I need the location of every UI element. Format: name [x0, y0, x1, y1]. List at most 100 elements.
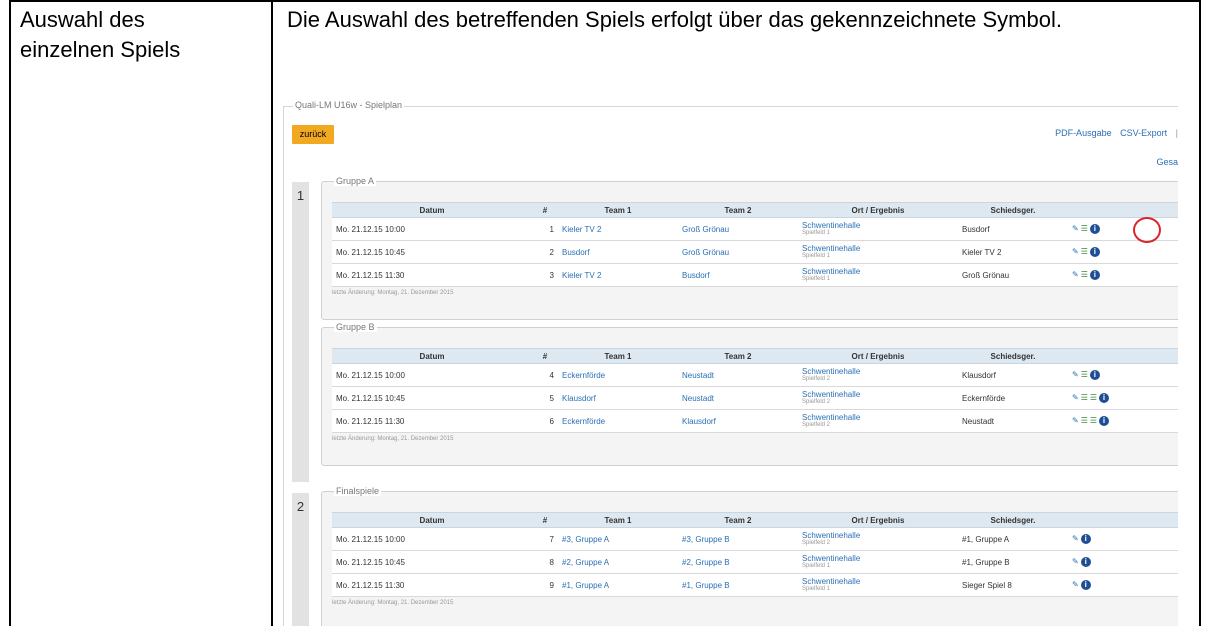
table-row[interactable]: Mo. 21.12.15 11:30 6 Eckernförde Klausdorf S…	[332, 409, 1178, 433]
venue-link[interactable]: Schwentinehalle	[802, 554, 954, 563]
game-number-text: 2	[549, 247, 554, 257]
list-icon[interactable]: ☰	[1081, 416, 1088, 425]
edit-icon[interactable]: ✎	[1072, 370, 1079, 379]
team1-link: #2, Gruppe A	[558, 550, 678, 574]
step-label-line-1: Auswahl des	[20, 7, 145, 32]
team1-link-text[interactable]: #2, Gruppe A	[562, 558, 609, 567]
schedule-screenshot: Quali-LM U16w - Spielplan zurück PDF-Aus…	[283, 100, 1178, 626]
team1-link-text[interactable]: Klausdorf	[562, 394, 596, 403]
court-label: Spielfeld 1	[802, 586, 831, 592]
game-number: 3	[532, 263, 558, 287]
game-number: 7	[532, 527, 558, 551]
edit-icon[interactable]: ✎	[1072, 247, 1079, 256]
edit-icon[interactable]: ✎	[1072, 224, 1079, 233]
table-row[interactable]: Mo. 21.12.15 11:30 9 #1, Gruppe A #1, Grupp…	[332, 573, 1178, 597]
action-icons: ✎ ☰ i	[1068, 263, 1178, 287]
team2-link-text[interactable]: #3, Gruppe B	[682, 535, 730, 544]
list-icon[interactable]: ☰	[1090, 416, 1097, 425]
list-icon[interactable]: ☰	[1081, 224, 1088, 233]
venue-link[interactable]: Schwentinehalle	[802, 531, 954, 540]
team1-link: #3, Gruppe A	[558, 527, 678, 551]
list-icon[interactable]: ☰	[1081, 393, 1088, 402]
table-header-row: Datum # Team 1 Team 2 Ort / Ergebnis Schiedsg…	[332, 348, 1178, 364]
info-icon[interactable]: i	[1080, 534, 1091, 544]
table-row[interactable]: Mo. 21.12.15 10:45 8 #2, Gruppe A #2, Grupp…	[332, 550, 1178, 574]
team1-link-text[interactable]: Eckernförde	[562, 417, 605, 426]
court-label: Spielfeld 2	[802, 422, 831, 428]
team2-link-text[interactable]: Neustadt	[682, 394, 714, 403]
info-icon[interactable]: i	[1099, 416, 1110, 426]
referee-text: Eckernförde	[962, 393, 1006, 403]
info-icon[interactable]: i	[1099, 393, 1110, 403]
venue-link[interactable]: Schwentinehalle	[802, 244, 954, 253]
csv-export-link[interactable]: CSV-Export	[1120, 128, 1167, 138]
info-icon[interactable]: i	[1089, 247, 1100, 257]
team2-link: Groß Grönau	[678, 217, 798, 241]
info-icon[interactable]: i	[1080, 557, 1091, 567]
games-table: Datum # Team 1 Team 2 Ort / Ergebnis Schiedsg…	[332, 348, 1178, 433]
edit-icon[interactable]: ✎	[1072, 534, 1079, 543]
team1-link-text[interactable]: Eckernförde	[562, 371, 605, 380]
team1-link-text[interactable]: Busdorf	[562, 248, 590, 257]
venue-link[interactable]: Schwentinehalle	[802, 367, 954, 376]
games-table: Datum # Team 1 Team 2 Ort / Ergebnis Schiedsg…	[332, 512, 1178, 597]
back-button[interactable]: zurück	[292, 125, 334, 144]
team2-link-text[interactable]: Klausdorf	[682, 417, 716, 426]
list-icon[interactable]: ☰	[1090, 393, 1097, 402]
table-row[interactable]: Mo. 21.12.15 10:00 7 #3, Gruppe A #3, Grupp…	[332, 527, 1178, 551]
table-border-top	[9, 0, 1201, 2]
table-row[interactable]: Mo. 21.12.15 10:45 2 Busdorf Groß Grönau Sch…	[332, 240, 1178, 264]
info-icon[interactable]: i	[1089, 370, 1100, 380]
team2-link-text[interactable]: #1, Gruppe B	[682, 581, 730, 590]
team2-link-text[interactable]: Groß Grönau	[682, 248, 729, 257]
info-icon[interactable]: i	[1089, 270, 1100, 280]
venue-link[interactable]: Schwentinehalle	[802, 221, 954, 230]
venue-cell: Schwentinehalle Spielfeld 1	[798, 240, 958, 264]
list-icon[interactable]: ☰	[1081, 370, 1088, 379]
team2-link-text[interactable]: #2, Gruppe B	[682, 558, 730, 567]
team1-link-text[interactable]: #3, Gruppe A	[562, 535, 609, 544]
info-icon[interactable]: i	[1080, 580, 1091, 590]
column-header: Schiedsger.	[958, 202, 1068, 218]
edit-icon[interactable]: ✎	[1072, 557, 1079, 566]
table-row[interactable]: Mo. 21.12.15 10:00 1 Kieler TV 2 Groß Gröna…	[332, 217, 1178, 241]
team1-link-text[interactable]: #1, Gruppe A	[562, 581, 609, 590]
edit-icon[interactable]: ✎	[1072, 393, 1079, 402]
info-icon[interactable]: i	[1089, 224, 1100, 234]
venue-link[interactable]: Schwentinehalle	[802, 390, 954, 399]
referee-text: Busdorf	[962, 224, 990, 234]
table-border-left	[9, 0, 11, 626]
referee-text: Klausdorf	[962, 370, 996, 380]
venue-link[interactable]: Schwentinehalle	[802, 413, 954, 422]
document-table: Auswahl des einzelnen Spiels Die Auswahl…	[0, 0, 1210, 626]
team1-link-text[interactable]: Kieler TV 2	[562, 271, 601, 280]
team2-link-text[interactable]: Neustadt	[682, 371, 714, 380]
list-icon[interactable]: ☰	[1081, 247, 1088, 256]
group-box: Gruppe A Datum # Team 1 Team 2 Ort / Ergebnis…	[321, 176, 1178, 320]
column-header: #	[532, 512, 558, 528]
edit-icon[interactable]: ✎	[1072, 416, 1079, 425]
team1-link-text[interactable]: Kieler TV 2	[562, 225, 601, 234]
edit-icon[interactable]: ✎	[1072, 270, 1079, 279]
table-row[interactable]: Mo. 21.12.15 10:00 4 Eckernförde Neustadt Sc…	[332, 363, 1178, 387]
game-date-text: Mo. 21.12.15 10:00	[336, 534, 405, 544]
table-row[interactable]: Mo. 21.12.15 11:30 3 Kieler TV 2 Busdorf Sch…	[332, 263, 1178, 287]
list-icon[interactable]: ☰	[1081, 270, 1088, 279]
court-label: Spielfeld 1	[802, 276, 831, 282]
edit-icon[interactable]: ✎	[1072, 580, 1079, 589]
game-number: 9	[532, 573, 558, 597]
table-row[interactable]: Mo. 21.12.15 10:45 5 Klausdorf Neustadt Schw…	[332, 386, 1178, 410]
referee-text: Neustadt	[962, 416, 995, 426]
team2-link-text[interactable]: Groß Grönau	[682, 225, 729, 234]
action-icons: ✎ ☰ i	[1068, 363, 1178, 387]
total-link[interactable]: Gesa	[1156, 157, 1178, 167]
pdf-export-link[interactable]: PDF-Ausgabe	[1055, 128, 1112, 138]
court-label: Spielfeld 2	[802, 399, 831, 405]
team2-link-text[interactable]: Busdorf	[682, 271, 710, 280]
column-header: Ort / Ergebnis	[798, 512, 958, 528]
column-header: Team 1	[558, 348, 678, 364]
venue-link[interactable]: Schwentinehalle	[802, 267, 954, 276]
game-date: Mo. 21.12.15 10:45	[332, 550, 532, 574]
game-date: Mo. 21.12.15 11:30	[332, 263, 532, 287]
venue-link[interactable]: Schwentinehalle	[802, 577, 954, 586]
